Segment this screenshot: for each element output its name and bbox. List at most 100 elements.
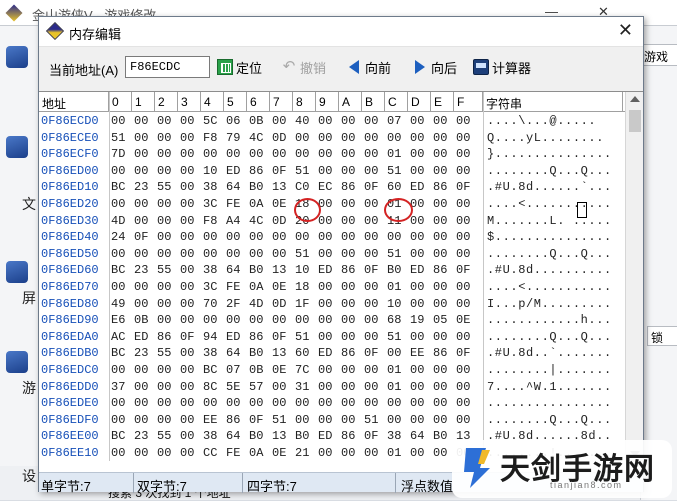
byte-cell[interactable]: 86 bbox=[433, 262, 447, 278]
byte-cell[interactable]: 3C bbox=[203, 279, 217, 295]
scroll-up-icon[interactable] bbox=[630, 96, 640, 102]
byte-cell[interactable]: 51 bbox=[295, 246, 309, 262]
byte-cell[interactable]: 51 bbox=[295, 163, 309, 179]
byte-cell[interactable]: 86 bbox=[249, 329, 263, 345]
byte-cell[interactable]: 00 bbox=[433, 362, 447, 378]
byte-cell[interactable]: A4 bbox=[226, 213, 240, 229]
byte-cell[interactable]: 8C bbox=[203, 379, 217, 395]
ascii-cell[interactable]: ........Q...Q... bbox=[487, 329, 612, 345]
byte-cell[interactable]: 00 bbox=[318, 229, 332, 245]
byte-cell[interactable]: 00 bbox=[272, 379, 286, 395]
byte-cell[interactable]: 00 bbox=[433, 163, 447, 179]
byte-cell[interactable]: 00 bbox=[180, 279, 194, 295]
byte-cell[interactable]: 00 bbox=[433, 196, 447, 212]
byte-cell[interactable]: 00 bbox=[134, 395, 148, 411]
byte-cell[interactable]: 13 bbox=[272, 345, 286, 361]
byte-cell[interactable]: 86 bbox=[341, 262, 355, 278]
byte-cell[interactable]: 38 bbox=[203, 262, 217, 278]
byte-cell[interactable]: 00 bbox=[364, 395, 378, 411]
byte-cell[interactable]: 55 bbox=[157, 179, 171, 195]
byte-cell[interactable]: 86 bbox=[341, 428, 355, 444]
ascii-cell[interactable]: ........Q...Q... bbox=[487, 163, 612, 179]
byte-cell[interactable]: 00 bbox=[318, 246, 332, 262]
byte-cell[interactable]: 00 bbox=[157, 395, 171, 411]
byte-cell[interactable]: 00 bbox=[433, 229, 447, 245]
byte-cell[interactable]: 00 bbox=[456, 213, 470, 229]
byte-cell[interactable]: 00 bbox=[134, 146, 148, 162]
byte-cell[interactable]: 00 bbox=[180, 196, 194, 212]
byte-cell[interactable]: 86 bbox=[433, 345, 447, 361]
byte-cell[interactable]: 94 bbox=[203, 329, 217, 345]
byte-cell[interactable]: 00 bbox=[180, 428, 194, 444]
byte-cell[interactable]: 0F bbox=[456, 345, 470, 361]
byte-cell[interactable]: 00 bbox=[456, 163, 470, 179]
byte-cell[interactable]: 13 bbox=[272, 179, 286, 195]
row-address[interactable]: 0F86EDE0 bbox=[41, 395, 99, 411]
byte-cell[interactable]: 4C bbox=[249, 130, 263, 146]
byte-cell[interactable]: 64 bbox=[410, 428, 424, 444]
byte-cell[interactable]: 38 bbox=[203, 345, 217, 361]
byte-cell[interactable]: 00 bbox=[180, 113, 194, 129]
byte-cell[interactable]: 2F bbox=[226, 296, 240, 312]
byte-cell[interactable]: 00 bbox=[364, 196, 378, 212]
byte-cell[interactable]: 00 bbox=[157, 196, 171, 212]
byte-cell[interactable]: 00 bbox=[456, 113, 470, 129]
byte-cell[interactable]: 00 bbox=[433, 412, 447, 428]
byte-cell[interactable]: B0 bbox=[249, 262, 263, 278]
vertical-scrollbar[interactable] bbox=[625, 92, 643, 461]
byte-cell[interactable]: 00 bbox=[226, 146, 240, 162]
byte-cell[interactable]: 00 bbox=[410, 379, 424, 395]
byte-cell[interactable]: 00 bbox=[410, 163, 424, 179]
byte-cell[interactable]: 0F bbox=[272, 329, 286, 345]
byte-cell[interactable]: ED bbox=[134, 329, 148, 345]
byte-cell[interactable]: 00 bbox=[341, 163, 355, 179]
ascii-cell[interactable]: I...p/M......... bbox=[487, 296, 612, 312]
byte-cell[interactable]: 00 bbox=[226, 229, 240, 245]
byte-cell[interactable]: 7C bbox=[295, 362, 309, 378]
address-input[interactable]: F86ECDC bbox=[125, 56, 210, 78]
byte-cell[interactable]: 00 bbox=[433, 329, 447, 345]
byte-cell[interactable]: 00 bbox=[134, 196, 148, 212]
byte-cell[interactable]: 00 bbox=[341, 362, 355, 378]
byte-cell[interactable]: 51 bbox=[387, 163, 401, 179]
byte-cell[interactable]: 00 bbox=[157, 379, 171, 395]
byte-cell[interactable]: 07 bbox=[226, 362, 240, 378]
byte-cell[interactable]: ED bbox=[226, 329, 240, 345]
byte-cell[interactable]: 00 bbox=[111, 279, 125, 295]
byte-cell[interactable]: 00 bbox=[111, 445, 125, 461]
byte-cell[interactable]: 00 bbox=[134, 412, 148, 428]
byte-cell[interactable]: 00 bbox=[456, 412, 470, 428]
byte-cell[interactable]: 18 bbox=[295, 279, 309, 295]
byte-cell[interactable]: 00 bbox=[180, 296, 194, 312]
byte-cell[interactable]: ED bbox=[318, 262, 332, 278]
byte-cell[interactable]: 55 bbox=[157, 262, 171, 278]
byte-cell[interactable]: FE bbox=[226, 279, 240, 295]
ascii-cell[interactable]: ............h... bbox=[487, 312, 612, 328]
byte-cell[interactable]: 00 bbox=[295, 146, 309, 162]
ascii-cell[interactable]: .#U.8d......`... bbox=[487, 179, 612, 195]
byte-cell[interactable]: 51 bbox=[272, 412, 286, 428]
byte-cell[interactable]: 40 bbox=[295, 113, 309, 129]
byte-cell[interactable]: 00 bbox=[180, 213, 194, 229]
byte-cell[interactable]: F8 bbox=[203, 130, 217, 146]
byte-cell[interactable]: 0F bbox=[456, 179, 470, 195]
undo-button[interactable]: ↶ 撤销 bbox=[281, 57, 326, 77]
byte-cell[interactable]: 00 bbox=[318, 213, 332, 229]
byte-cell[interactable]: 86 bbox=[226, 412, 240, 428]
byte-cell[interactable]: 00 bbox=[157, 229, 171, 245]
byte-cell[interactable]: 00 bbox=[456, 130, 470, 146]
byte-cell[interactable]: 64 bbox=[226, 428, 240, 444]
screen-icon[interactable] bbox=[6, 261, 28, 283]
byte-cell[interactable]: 00 bbox=[180, 312, 194, 328]
byte-cell[interactable]: 00 bbox=[433, 395, 447, 411]
byte-cell[interactable]: F8 bbox=[203, 213, 217, 229]
byte-cell[interactable]: 00 bbox=[318, 113, 332, 129]
byte-cell[interactable]: 00 bbox=[387, 229, 401, 245]
byte-cell[interactable]: 00 bbox=[364, 229, 378, 245]
byte-cell[interactable]: E6 bbox=[111, 312, 125, 328]
ascii-cell[interactable]: ....\...@..... bbox=[487, 113, 596, 129]
byte-cell[interactable]: 00 bbox=[134, 362, 148, 378]
byte-cell[interactable]: B0 bbox=[433, 428, 447, 444]
byte-cell[interactable]: 00 bbox=[203, 229, 217, 245]
byte-cell[interactable]: 00 bbox=[157, 312, 171, 328]
